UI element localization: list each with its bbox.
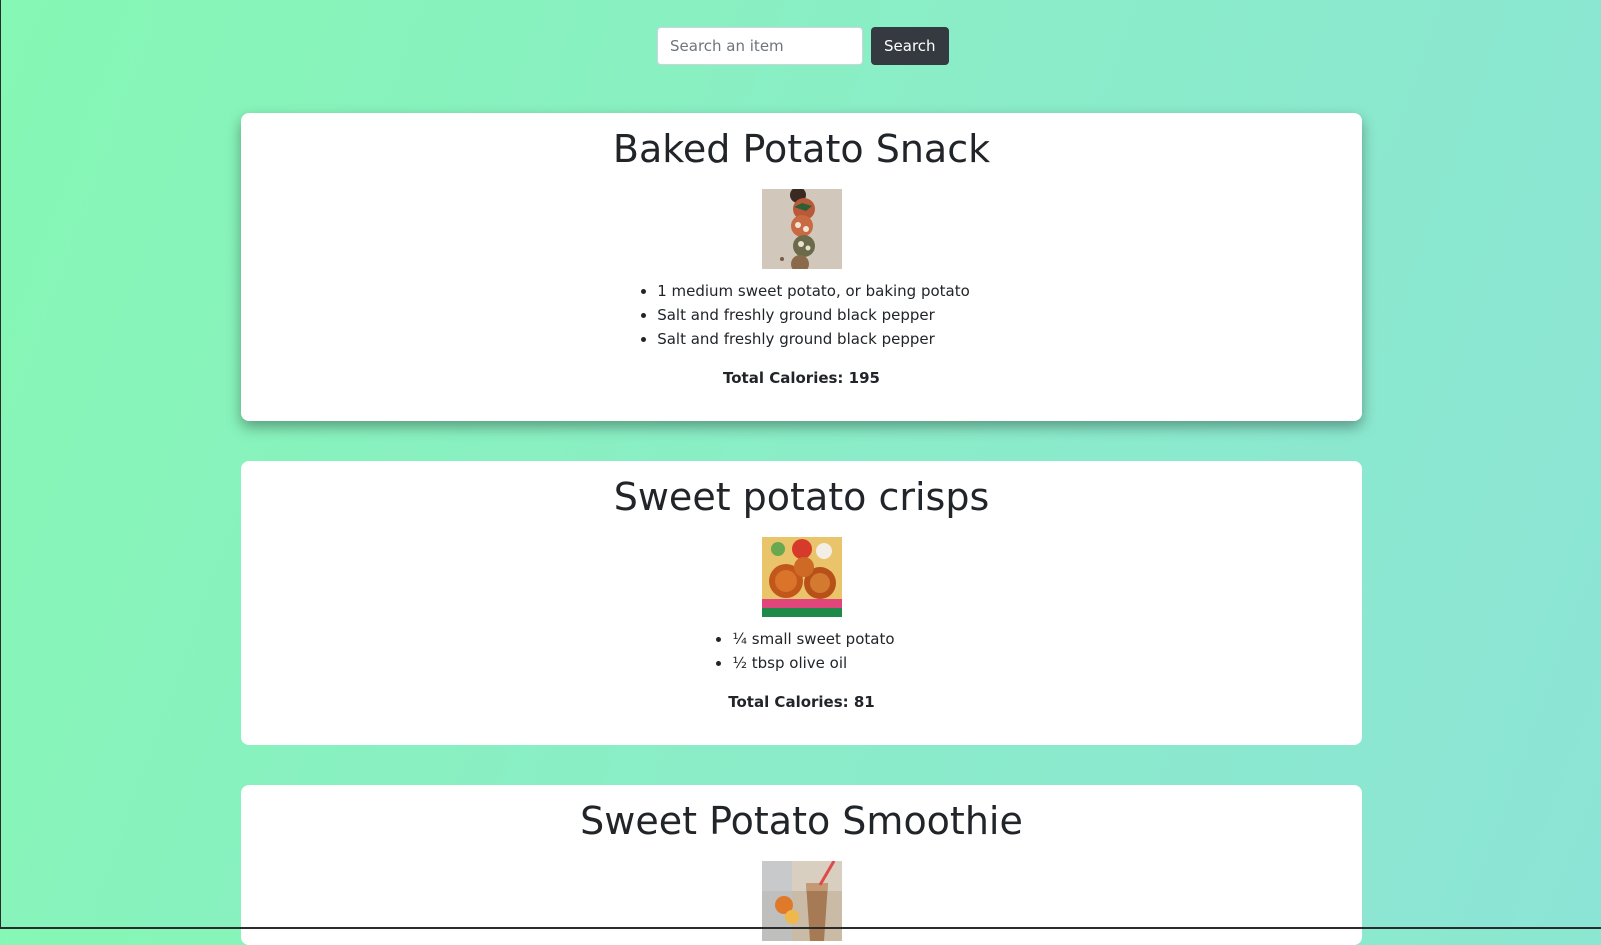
search-bar: Search — [657, 27, 949, 65]
ingredient-item: ¼ small sweet potato — [732, 627, 894, 651]
total-calories: Total Calories: 195 — [723, 368, 880, 387]
total-calories: Total Calories: 81 — [728, 692, 875, 711]
ingredient-item: Salt and freshly ground black pepper — [657, 303, 970, 327]
search-button[interactable]: Search — [871, 27, 949, 65]
recipe-card[interactable]: Sweet potato crisps ¼ small sweet potato… — [241, 461, 1362, 745]
recipe-title: Baked Potato Snack — [612, 127, 991, 171]
ingredient-list: ¼ small sweet potato ½ tbsp olive oil — [708, 627, 894, 675]
search-input[interactable] — [657, 27, 863, 65]
window-left-border — [0, 0, 1, 929]
ingredient-list: 1 medium sweet potato, or baking potato … — [633, 279, 970, 351]
recipe-card[interactable]: Sweet Potato Smoothie — [241, 785, 1362, 945]
ingredient-item: Salt and freshly ground black pepper — [657, 327, 970, 351]
recipe-image — [761, 536, 842, 617]
recipe-title: Sweet potato crisps — [613, 475, 990, 519]
recipe-card[interactable]: Baked Potato Snack 1 medium sweet potato… — [241, 113, 1362, 421]
recipe-image — [761, 188, 842, 269]
recipe-title: Sweet Potato Smoothie — [580, 799, 1023, 843]
ingredient-item: ½ tbsp olive oil — [732, 651, 894, 675]
ingredient-item: 1 medium sweet potato, or baking potato — [657, 279, 970, 303]
